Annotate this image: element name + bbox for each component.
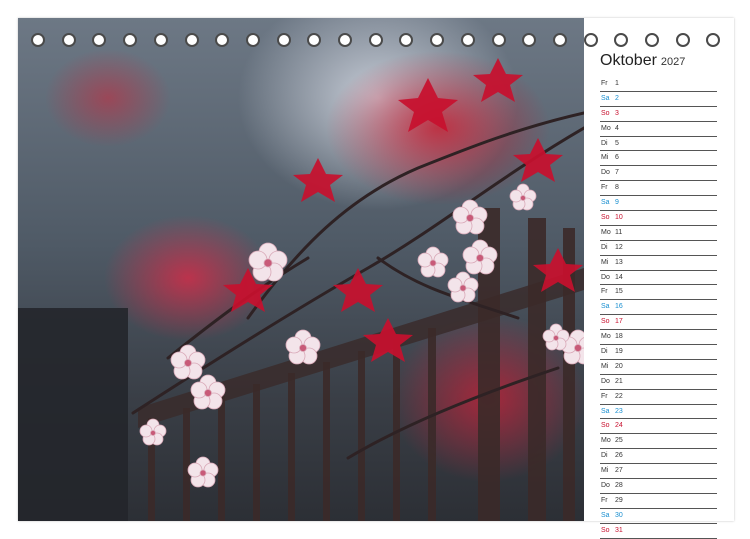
weekday-label: Di (601, 243, 608, 251)
day-row: Sa 30 (600, 509, 717, 524)
day-row: Di 19 (600, 345, 717, 360)
day-number: 15 (615, 288, 623, 296)
day-number: 12 (615, 243, 623, 251)
weekday-label: Mo (601, 124, 611, 132)
day-row: So 3 (600, 107, 717, 122)
day-number: 7 (615, 169, 619, 177)
day-row: Mi 20 (600, 360, 717, 375)
weekday-label: Mi (601, 362, 609, 370)
weekday-label: Fr (601, 184, 608, 192)
day-row: Di 5 (600, 137, 717, 152)
month-header: Oktober 2027 (600, 52, 685, 70)
day-number: 3 (615, 109, 619, 117)
day-number: 29 (615, 496, 623, 504)
day-row: So 10 (600, 211, 717, 226)
weekday-label: Di (601, 348, 608, 356)
day-row: Fr 22 (600, 390, 717, 405)
day-row: Sa 23 (600, 405, 717, 420)
weekday-label: So (601, 526, 610, 534)
weekday-label: So (601, 318, 610, 326)
day-number: 8 (615, 184, 619, 192)
day-row: Mo 4 (600, 122, 717, 137)
day-row: So 31 (600, 524, 717, 539)
day-row: Mi 27 (600, 464, 717, 480)
day-row: Sa 2 (600, 92, 717, 107)
weekday-label: Mo (601, 228, 611, 236)
day-number: 9 (615, 199, 619, 207)
weekday-label: Di (601, 139, 608, 147)
day-row: So 24 (600, 419, 717, 435)
day-number: 2 (615, 94, 619, 102)
weekday-label: So (601, 422, 610, 430)
year-label: 2027 (660, 56, 686, 68)
day-row: So 17 (600, 315, 717, 331)
weekday-label: Sa (601, 199, 610, 207)
day-row: Di 12 (600, 241, 717, 256)
weekday-label: Do (601, 273, 610, 281)
day-list: Fr 1 Sa 2 So 3 Mo 4 Di 5 Mi 6 Do 7 Fr 8 Sa 9 So 10 Mo 11 Di 12 M… (600, 77, 717, 539)
photo-illustration (18, 58, 584, 521)
day-number: 30 (615, 511, 623, 519)
day-row: Mi 6 (600, 151, 717, 167)
day-row: Di 26 (600, 449, 717, 465)
day-row: Fr 29 (600, 494, 717, 509)
day-row: Fr 15 (600, 285, 717, 301)
day-number: 4 (615, 124, 619, 132)
weekday-label: Mi (601, 154, 609, 162)
day-row: Mo 11 (600, 226, 717, 241)
day-number: 16 (615, 303, 623, 311)
day-row: Sa 16 (600, 300, 717, 316)
day-row: Do 7 (600, 166, 717, 182)
weekday-label: Fr (601, 496, 608, 504)
weekday-label: Fr (601, 288, 608, 296)
day-number: 1 (615, 80, 619, 87)
month-name: Oktober (600, 52, 657, 69)
day-number: 5 (615, 139, 619, 147)
day-number: 25 (615, 437, 623, 445)
day-number: 26 (615, 452, 623, 460)
day-number: 14 (615, 273, 623, 281)
weekday-label: Mi (601, 258, 609, 266)
weekday-label: Mi (601, 467, 609, 475)
day-number: 18 (615, 333, 623, 341)
weekday-label: Sa (601, 511, 610, 519)
weekday-label: So (601, 109, 610, 117)
day-number: 21 (615, 377, 623, 385)
weekday-label: Mo (601, 333, 611, 341)
day-number: 27 (615, 467, 623, 475)
day-row: Mo 25 (600, 434, 717, 450)
day-number: 6 (615, 154, 619, 162)
day-row: Mo 18 (600, 330, 717, 346)
weekday-label: Sa (601, 94, 610, 102)
day-row: Do 21 (600, 375, 717, 390)
day-row: Fr 1 (600, 77, 717, 92)
day-number: 23 (615, 407, 623, 415)
weekday-label: Do (601, 482, 610, 490)
day-number: 17 (615, 318, 623, 326)
day-number: 24 (615, 422, 623, 430)
weekday-label: So (601, 214, 610, 222)
day-row: Do 28 (600, 479, 717, 494)
weekday-label: Sa (601, 407, 610, 415)
day-row: Mi 13 (600, 256, 717, 271)
day-row: Do 14 (600, 271, 717, 286)
weekday-label: Mo (601, 437, 611, 445)
weekday-label: Do (601, 377, 610, 385)
weekday-label: Fr (601, 392, 608, 400)
day-number: 10 (615, 214, 623, 222)
day-number: 31 (615, 526, 623, 534)
cherry-blossom-photo (18, 18, 584, 521)
day-number: 13 (615, 258, 623, 266)
day-number: 19 (615, 348, 623, 356)
weekday-label: Do (601, 169, 610, 177)
weekday-label: Di (601, 452, 608, 460)
day-row: Sa 9 (600, 196, 717, 212)
weekday-label: Sa (601, 303, 610, 311)
day-number: 22 (615, 392, 623, 400)
day-number: 28 (615, 482, 623, 490)
day-number: 20 (615, 362, 623, 370)
weekday-label: Fr (601, 80, 608, 87)
day-number: 11 (615, 228, 623, 236)
day-row: Fr 8 (600, 181, 717, 197)
